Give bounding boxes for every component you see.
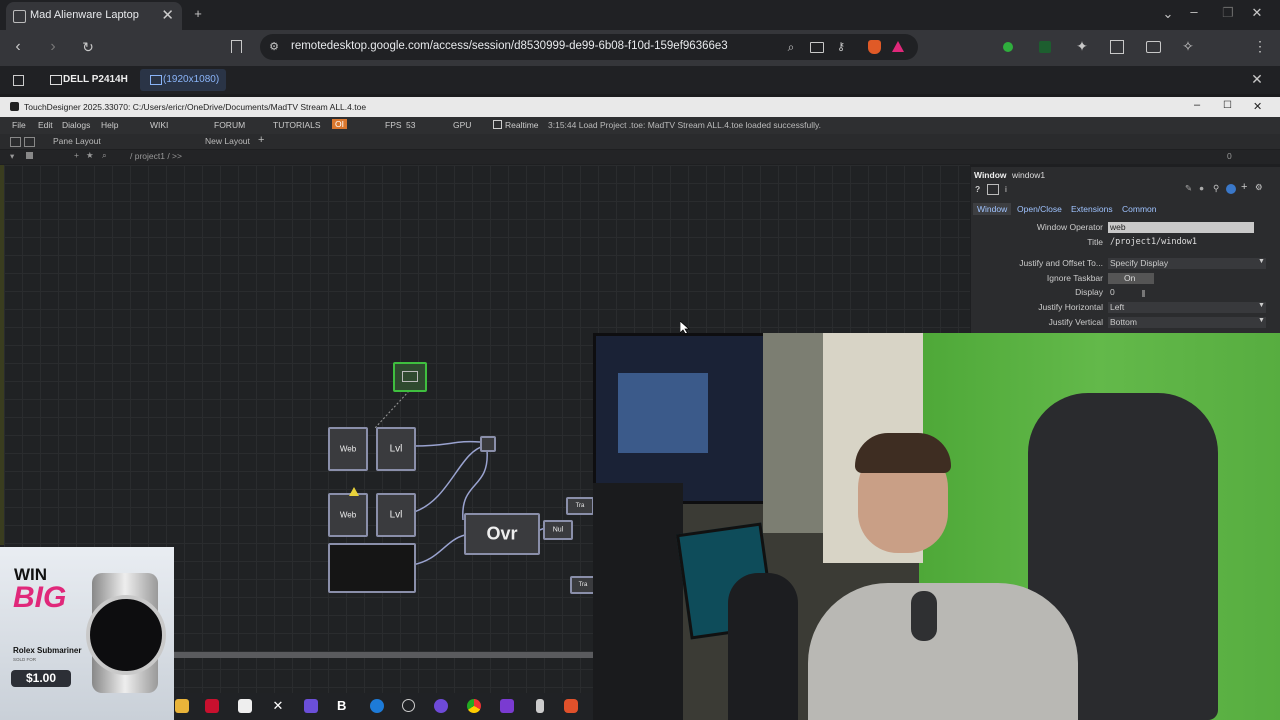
notes-icon[interactable] [536, 699, 544, 713]
wire [413, 445, 486, 513]
empty-texture-operator[interactable] [328, 543, 416, 593]
param-label: Title [1087, 237, 1103, 247]
level-operator-2[interactable]: Lvl [376, 493, 416, 537]
dropdown-arrow-icon: ▼ [1258, 258, 1265, 265]
tab-window[interactable]: Window [973, 203, 1012, 215]
window-operator[interactable] [393, 362, 427, 392]
dropdown-arrow-icon: ▼ [1258, 302, 1265, 309]
python-help-icon[interactable] [987, 184, 999, 195]
op-label: Lvl [389, 509, 403, 521]
add-param-icon[interactable]: + [1241, 181, 1247, 193]
tab-extensions[interactable]: Extensions [1071, 204, 1113, 214]
webcam-overlay [593, 333, 1280, 720]
edit-icon[interactable]: ✎ [1185, 183, 1192, 194]
tab-open-close[interactable]: Open/Close [1017, 204, 1062, 214]
voicemod-icon[interactable] [205, 699, 219, 713]
param-label: Justify Vertical [1048, 317, 1103, 327]
ignore-taskbar-toggle[interactable]: On [1108, 273, 1154, 284]
web-operator-2[interactable]: Web [328, 493, 368, 537]
justify-horizontal-dropdown[interactable]: Left [1108, 302, 1266, 313]
op-label: Web [339, 510, 357, 520]
parameter-panel: Window window1 ? i ✎ ● ⚲ + ⚙ Window Open… [971, 167, 1280, 333]
op-name[interactable]: window1 [1012, 170, 1045, 180]
steam-icon[interactable] [402, 699, 415, 712]
chrome-icon[interactable] [467, 699, 481, 713]
help-icon[interactable]: ? [975, 184, 980, 194]
wire [413, 440, 481, 447]
small-operator[interactable] [480, 436, 496, 452]
file-explorer-icon[interactable] [175, 699, 189, 713]
ad-sold-for: SOLD FOR [13, 657, 37, 662]
justify-vertical-dropdown[interactable]: Bottom [1108, 317, 1266, 328]
wire-dashed [374, 390, 410, 429]
param-label: Ignore Taskbar [1046, 273, 1103, 283]
media-app-icon[interactable] [500, 699, 514, 713]
wire [411, 534, 466, 566]
person-hair [855, 433, 951, 473]
ad-headline-2: BIG [13, 581, 67, 614]
op-label: Lvl [389, 443, 403, 455]
display-slider[interactable] [1142, 290, 1145, 297]
monitor-screen-window [618, 373, 708, 453]
discord-icon[interactable] [434, 699, 448, 713]
bold-app-icon[interactable]: B [337, 699, 351, 713]
param-label: Window Operator [1036, 222, 1103, 232]
warning-icon[interactable] [349, 487, 359, 496]
info-icon[interactable]: i [1005, 184, 1007, 194]
brave-taskbar-icon[interactable] [564, 699, 578, 713]
python-icon[interactable] [1226, 184, 1236, 194]
op-label: Web [339, 444, 357, 454]
transform-operator-1[interactable]: Tra [566, 497, 594, 515]
param-label: Justify and Offset To... [1019, 258, 1103, 268]
tab-common[interactable]: Common [1122, 204, 1156, 214]
person-shirt [808, 583, 1078, 720]
settings-icon[interactable]: ⚙ [1255, 182, 1263, 193]
op-type: Window [974, 170, 1007, 180]
op-label: Ovr [486, 523, 518, 544]
sponsor-ad[interactable]: WIN BIG Rolex Submariner SOLD FOR $1.00 [0, 547, 174, 720]
level-operator-1[interactable]: Lvl [376, 427, 416, 471]
dropdown-arrow-icon: ▼ [1258, 317, 1265, 324]
ad-product: Rolex Submariner [13, 646, 82, 655]
web-operator-1[interactable]: Web [328, 427, 368, 471]
title-field[interactable]: /project1/window1 [1108, 237, 1197, 248]
x-icon[interactable]: ✕ [271, 699, 285, 713]
op-label: Nul [552, 526, 564, 534]
window-icon [402, 371, 418, 382]
over-operator[interactable]: Ovr [464, 513, 540, 555]
param-label: Justify Horizontal [1038, 302, 1103, 312]
wire [462, 449, 488, 521]
null-operator[interactable]: Nul [543, 520, 573, 540]
app-grid-icon[interactable] [304, 699, 318, 713]
comment-icon[interactable]: ● [1199, 183, 1204, 193]
ad-price[interactable]: $1.00 [11, 670, 71, 687]
obs-icon[interactable] [238, 699, 252, 713]
op-label: Tra [575, 503, 585, 509]
dark-bottle [728, 573, 798, 720]
language-icon[interactable]: ⚲ [1213, 183, 1219, 194]
desk-left [593, 483, 683, 720]
window-operator-field[interactable]: web [1108, 222, 1254, 233]
param-label: Display [1075, 287, 1103, 297]
sourcetree-icon[interactable] [370, 699, 384, 713]
microphone [911, 591, 937, 641]
horizontal-scrollbar[interactable] [174, 652, 593, 658]
op-label: Tra [578, 582, 588, 588]
watch-face [86, 595, 166, 675]
justify-offset-dropdown[interactable]: Specify Display [1108, 258, 1266, 269]
